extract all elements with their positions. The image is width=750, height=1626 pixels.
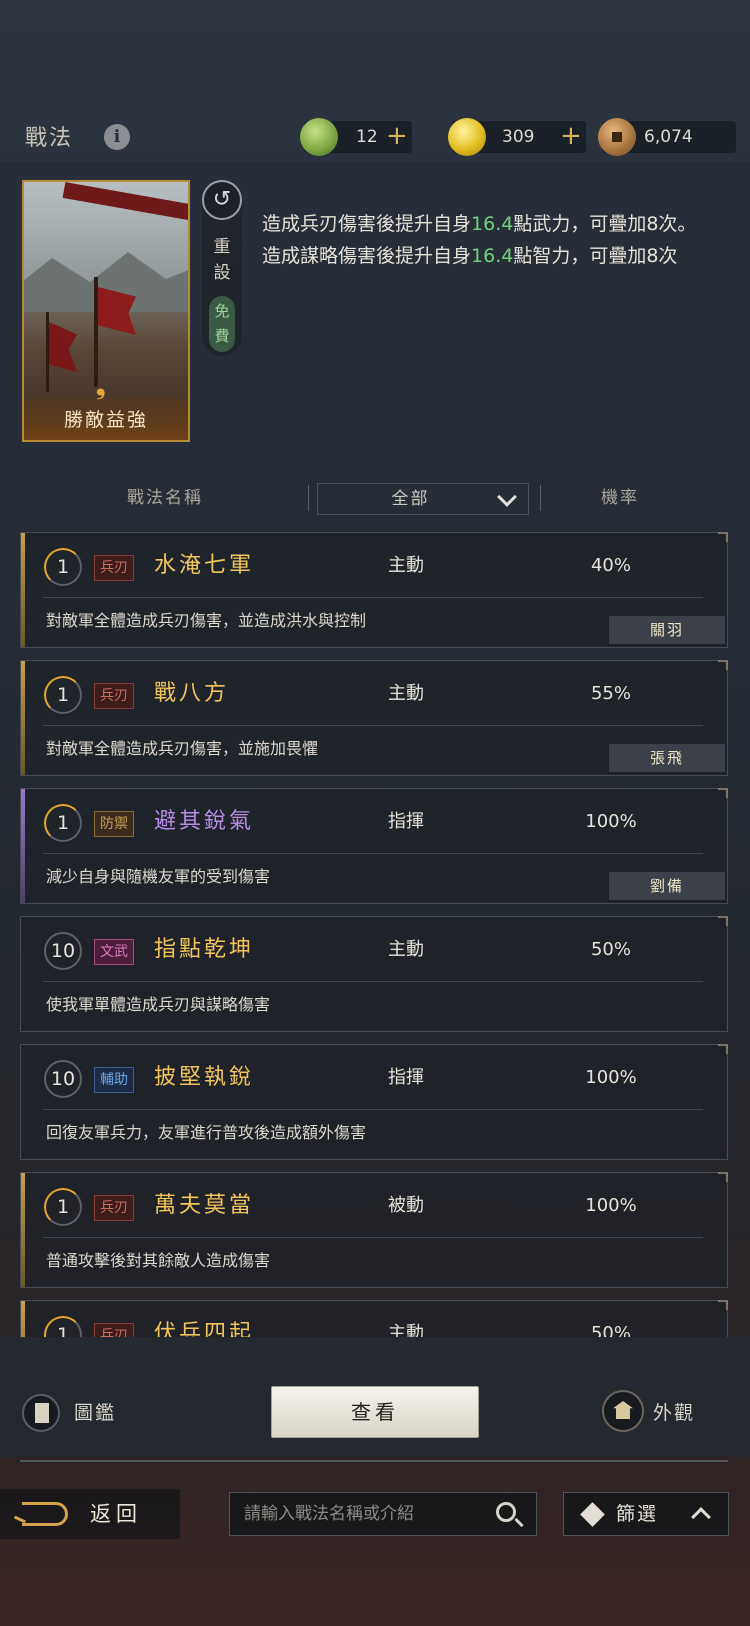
type-filter-value: 全部	[391, 489, 430, 509]
skill-name: 水淹七軍	[154, 553, 255, 578]
reset-button[interactable]: ↺ 重 設 免 費	[202, 180, 242, 356]
skill-name: 指點乾坤	[154, 937, 255, 962]
skill-summary: 使我軍單體造成兵刃與謀略傷害	[46, 995, 271, 1014]
skill-summary: 減少自身與隨機友軍的受到傷害	[46, 867, 271, 886]
appearance-icon[interactable]	[602, 1390, 644, 1432]
jade-icon	[300, 118, 338, 156]
skill-tag: 兵刃	[94, 1195, 134, 1221]
skill-type: 指揮	[388, 1067, 424, 1088]
skill-rate: 50%	[590, 1323, 631, 1337]
jade-resource: 12 +	[300, 118, 412, 156]
skill-type: 主動	[388, 555, 424, 576]
skill-description: 造成兵刃傷害後提升自身16.4點武力，可疊加8次。造成謀略傷害後提升自身16.4…	[262, 213, 697, 267]
search-icon[interactable]	[496, 1502, 516, 1522]
info-icon[interactable]: i	[104, 124, 130, 150]
skill-name: 披堅執銳	[154, 1065, 255, 1090]
copper-coin-icon	[598, 118, 636, 156]
column-rate: 機率	[601, 488, 639, 508]
gold-value: 309	[502, 127, 535, 147]
free-label-1: 免	[214, 302, 230, 320]
search-input[interactable]	[244, 1499, 484, 1529]
skill-row[interactable]: 1 兵刃 伏兵四起 主動 50%	[20, 1300, 728, 1337]
column-name: 戰法名稱	[127, 488, 203, 508]
free-badge: 免 費	[209, 296, 235, 352]
reset-icon[interactable]: ↺	[202, 180, 242, 220]
skill-type: 主動	[388, 939, 424, 960]
skill-level: 1	[44, 548, 82, 586]
skill-card[interactable]: ❟ 勝敵益強	[22, 180, 190, 442]
skill-rate: 100%	[585, 1195, 637, 1216]
skill-type: 主動	[388, 683, 424, 704]
search-box[interactable]	[229, 1492, 537, 1536]
skill-summary: 普通攻擊後對其餘敵人造成傷害	[46, 1251, 271, 1270]
highlight-value: 16.4	[471, 245, 514, 267]
free-label-2: 費	[214, 327, 230, 345]
jade-value: 12	[356, 127, 378, 147]
appearance-button[interactable]: 外觀	[653, 1397, 695, 1429]
skill-rate: 100%	[585, 811, 637, 832]
skill-level: 1	[44, 676, 82, 714]
skill-type: 指揮	[388, 811, 424, 832]
filter-label: 篩選	[616, 1503, 659, 1525]
skill-name: 萬夫莫當	[154, 1193, 255, 1218]
type-filter-dropdown[interactable]: 全部	[317, 483, 529, 515]
copper-value: 6,074	[644, 127, 693, 147]
skill-tag: 兵刃	[94, 1323, 134, 1337]
jade-add-button[interactable]: +	[386, 121, 408, 151]
skill-name: 戰八方	[154, 681, 230, 706]
skill-type: 主動	[388, 1323, 424, 1337]
page-title: 戰法	[25, 126, 74, 151]
back-label: 返回	[90, 1502, 142, 1526]
skill-rate: 50%	[590, 939, 631, 960]
skill-level: 1	[44, 1316, 82, 1337]
skill-summary: 回復友軍兵力，友軍進行普攻後造成額外傷害	[46, 1123, 367, 1142]
skill-summary: 對敵軍全體造成兵刃傷害，並施加畏懼	[46, 739, 319, 758]
card-mark-icon: ❟	[96, 372, 106, 400]
skill-rate: 100%	[585, 1067, 637, 1088]
filter-button[interactable]: 篩選	[563, 1492, 729, 1536]
reset-label-2: 設	[213, 263, 231, 283]
skill-level: 1	[44, 1188, 82, 1226]
skill-name: 避其銳氣	[154, 809, 255, 834]
skill-list[interactable]: 1 兵刃 水淹七軍 主動 40% 對敵軍全體造成兵刃傷害，並造成洪水與控制 關羽…	[20, 532, 728, 1337]
skill-tag: 兵刃	[94, 555, 134, 581]
gold-resource: 309 +	[448, 118, 586, 156]
skill-level: 10	[44, 1060, 82, 1098]
skill-tag: 輔助	[94, 1067, 134, 1093]
skill-row[interactable]: 10 文武 指點乾坤 主動 50% 使我軍單體造成兵刃與謀略傷害	[20, 916, 728, 1032]
skill-rate: 55%	[590, 683, 631, 704]
skill-row[interactable]: 1 兵刃 水淹七軍 主動 40% 對敵軍全體造成兵刃傷害，並造成洪水與控制 關羽	[20, 532, 728, 648]
skill-tag: 兵刃	[94, 683, 134, 709]
chevron-up-icon[interactable]	[691, 1507, 711, 1527]
copper-resource: 6,074	[598, 118, 736, 156]
skill-name: 伏兵四起	[154, 1321, 255, 1337]
back-button[interactable]: 返回	[0, 1489, 180, 1539]
gold-add-button[interactable]: +	[560, 121, 582, 151]
skill-type: 被動	[388, 1195, 424, 1216]
back-arrow-icon	[22, 1502, 68, 1526]
table-header: 戰法名稱 全部 機率	[20, 477, 727, 519]
hero-tag: 劉備	[609, 872, 725, 900]
reset-label-1: 重	[213, 237, 231, 257]
skill-rate: 40%	[590, 555, 631, 576]
skill-row[interactable]: 1 防禦 避其銳氣 指揮 100% 減少自身與隨機友軍的受到傷害 劉備	[20, 788, 728, 904]
view-button[interactable]: 查看	[271, 1386, 479, 1438]
hero-tag: 張飛	[609, 744, 725, 772]
skill-tag: 文武	[94, 939, 134, 965]
hero-tag: 關羽	[609, 616, 725, 644]
gold-coin-icon	[448, 118, 486, 156]
skill-card-name: 勝敵益強	[63, 409, 148, 431]
filter-icon	[580, 1502, 605, 1527]
highlight-value: 16.4	[471, 213, 514, 235]
encyclopedia-button[interactable]: 圖鑑	[74, 1397, 116, 1429]
skill-level: 1	[44, 804, 82, 842]
skill-level: 10	[44, 932, 82, 970]
skill-tag: 防禦	[94, 811, 134, 837]
skill-row[interactable]: 10 輔助 披堅執銳 指揮 100% 回復友軍兵力，友軍進行普攻後造成額外傷害	[20, 1044, 728, 1160]
divider	[20, 1460, 728, 1462]
encyclopedia-icon[interactable]	[22, 1394, 60, 1432]
skill-row[interactable]: 1 兵刃 萬夫莫當 被動 100% 普通攻擊後對其餘敵人造成傷害	[20, 1172, 728, 1288]
skill-summary: 對敵軍全體造成兵刃傷害，並造成洪水與控制	[46, 611, 367, 630]
skill-row[interactable]: 1 兵刃 戰八方 主動 55% 對敵軍全體造成兵刃傷害，並施加畏懼 張飛	[20, 660, 728, 776]
